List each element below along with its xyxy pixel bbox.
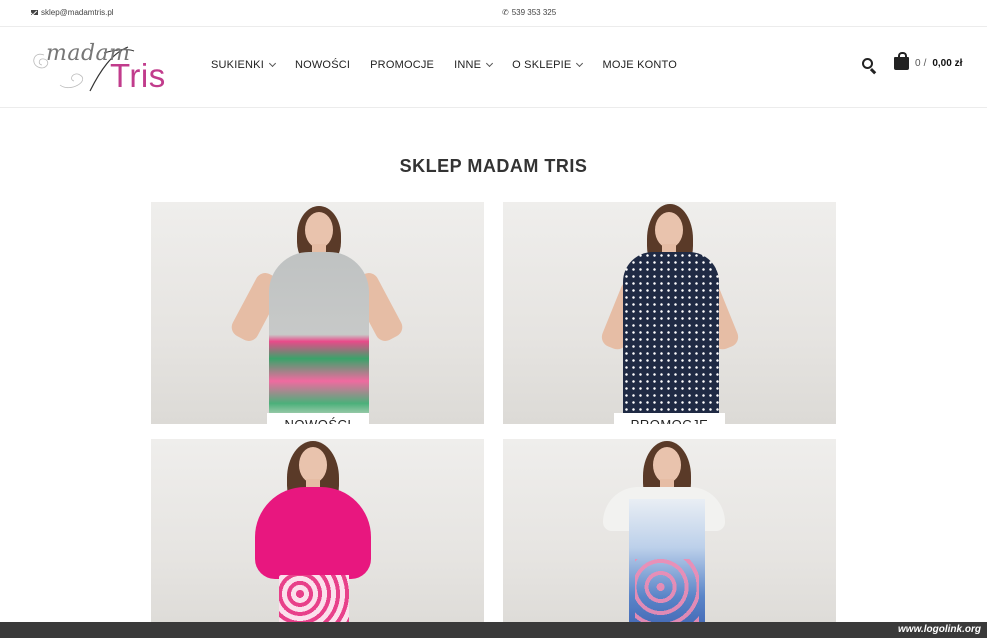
cart-total: 0,00 zł [932, 58, 963, 69]
nav-item-moje-konto[interactable]: MOJE KONTO [602, 59, 677, 71]
category-tile-4[interactable] [503, 439, 836, 638]
model-photo [151, 439, 484, 638]
main-nav: SUKIENKI NOWOŚCI PROMOCJE INNE O SKLEPIE… [211, 59, 697, 71]
chevron-down-icon [486, 59, 494, 68]
top-bar: sklep@madamtris.pl ✆ 539 353 325 [0, 0, 987, 27]
nav-item-inne[interactable]: INNE [454, 59, 494, 71]
model-photo [151, 202, 484, 424]
watermark-bar: www.logolink.org [0, 622, 987, 638]
nav-item-sukienki[interactable]: SUKIENKI [211, 59, 276, 71]
phone-icon: ✆ [502, 7, 509, 17]
site-logo[interactable]: madam Tris [30, 41, 170, 96]
envelope-icon [31, 10, 38, 15]
contact-phone[interactable]: ✆ 539 353 325 [502, 8, 556, 17]
contact-email[interactable]: sklep@madamtris.pl [31, 8, 114, 17]
contact-phone-text[interactable]: 539 353 325 [512, 8, 557, 17]
contact-email-text[interactable]: sklep@madamtris.pl [41, 8, 114, 17]
nav-item-nowosci[interactable]: NOWOŚCI [295, 59, 350, 71]
nav-item-label: O SKLEPIE [512, 59, 572, 71]
nav-item-label: SUKIENKI [211, 59, 264, 71]
tile-label: PROMOCJE [614, 413, 725, 424]
logo-word-tris: Tris [110, 57, 166, 94]
shopping-bag-icon [894, 52, 909, 70]
category-tile-3[interactable] [151, 439, 484, 638]
nav-item-label: PROMOCJE [370, 59, 435, 71]
watermark-text: www.logolink.org [898, 624, 981, 635]
chevron-down-icon [268, 59, 276, 68]
nav-item-label: INNE [454, 59, 482, 71]
nav-item-o-sklepie[interactable]: O SKLEPIE [512, 59, 584, 71]
cart-count: 0 [915, 58, 921, 69]
chevron-down-icon [576, 59, 584, 68]
nav-item-label: NOWOŚCI [294, 59, 351, 71]
model-photo [503, 439, 836, 638]
nav-item-label: MOJE KONTO [602, 59, 677, 71]
category-tile-nowosci[interactable]: NOWOŚCI [151, 202, 484, 424]
page-title: SKLEP MADAM TRIS [399, 156, 588, 176]
category-tile-promocje[interactable]: PROMOCJE [503, 202, 836, 424]
site-header: madam Tris SUKIENKI NOWOŚCI PROMOCJE INN… [0, 28, 987, 108]
cart-separator: / [923, 58, 927, 69]
nav-item-promocje[interactable]: PROMOCJE [370, 59, 434, 71]
model-photo [503, 202, 836, 424]
search-icon[interactable] [862, 58, 878, 75]
tile-label: NOWOŚCI [267, 413, 369, 424]
cart-button[interactable]: 0 / 0,00 zł [894, 52, 963, 70]
